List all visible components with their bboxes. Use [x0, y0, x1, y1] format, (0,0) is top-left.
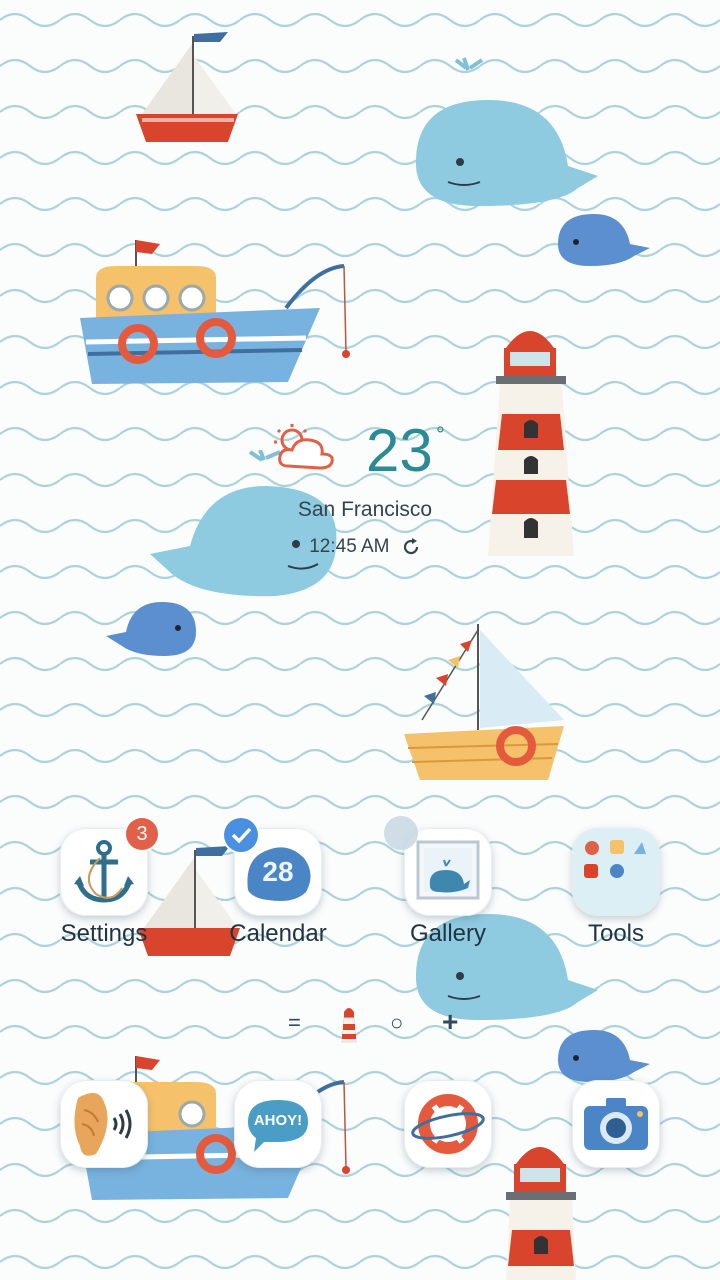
sailboat-flags-decoration [404, 624, 564, 780]
dock-messages[interactable]: AHOY! [218, 1080, 338, 1176]
app-calendar[interactable]: 28 Calendar [218, 818, 338, 968]
app-label-tools: Tools [587, 920, 645, 947]
big-whale-top-decoration [415, 57, 598, 206]
calendar-date: 28 [262, 856, 294, 887]
checkmark-badge [224, 818, 258, 852]
ahoy-text: AHOY! [253, 1112, 303, 1129]
camera-icon [584, 1098, 648, 1150]
page-indicator[interactable]: = ○ + [282, 1004, 472, 1044]
drag-indicator-dot [384, 816, 418, 850]
app-label-calendar: Calendar [229, 920, 327, 947]
add-page-button[interactable]: + [442, 1006, 458, 1038]
messages-tile[interactable]: AHOY! [234, 1080, 322, 1168]
browser-tile[interactable] [404, 1080, 492, 1168]
dock-camera[interactable] [556, 1080, 676, 1176]
small-whale-top-decoration [558, 214, 650, 266]
sailboat-top-decoration [136, 32, 238, 142]
menu-indicator[interactable]: = [288, 1010, 301, 1036]
app-gallery[interactable]: Gallery [384, 816, 508, 968]
small-whale-middle-decoration [106, 602, 196, 656]
app-settings[interactable]: 3 Settings [44, 818, 164, 968]
tools-folder-tile[interactable] [572, 828, 660, 916]
app-label-gallery: Gallery [409, 920, 487, 947]
lifebuoy-browser-icon [411, 1094, 485, 1154]
folder-icon [584, 840, 646, 878]
app-label-settings: Settings [60, 920, 148, 947]
phone-tile[interactable] [60, 1080, 148, 1168]
small-whale-lower-decoration [558, 1030, 650, 1082]
gallery-tile[interactable] [404, 828, 492, 916]
refresh-icon[interactable] [401, 537, 421, 557]
clock-time: 12:45 AM [309, 536, 390, 557]
shell-phone-icon [74, 1092, 132, 1156]
city-name: San Francisco [297, 498, 433, 521]
partly-cloudy-icon [274, 424, 334, 470]
lighthouse-decoration [488, 331, 574, 556]
fishing-boat-top-decoration [80, 240, 350, 384]
app-tools-folder[interactable]: Tools [556, 828, 676, 968]
degree-symbol: ° [436, 422, 445, 447]
gallery-whale-icon [416, 840, 480, 900]
dock-phone[interactable] [44, 1080, 164, 1176]
notification-badge: 3 [126, 818, 158, 850]
weather-clock-widget[interactable]: 23 ° San Francisco 12:45 AM [270, 418, 460, 568]
dock-browser[interactable] [388, 1080, 508, 1176]
time-row: 12:45 AM [270, 536, 460, 558]
lighthouse-icon[interactable] [340, 1004, 358, 1044]
camera-tile[interactable] [572, 1080, 660, 1168]
checkmark-icon [231, 827, 252, 844]
page-dot[interactable]: ○ [390, 1010, 403, 1036]
temperature-value: 23 [366, 417, 433, 484]
